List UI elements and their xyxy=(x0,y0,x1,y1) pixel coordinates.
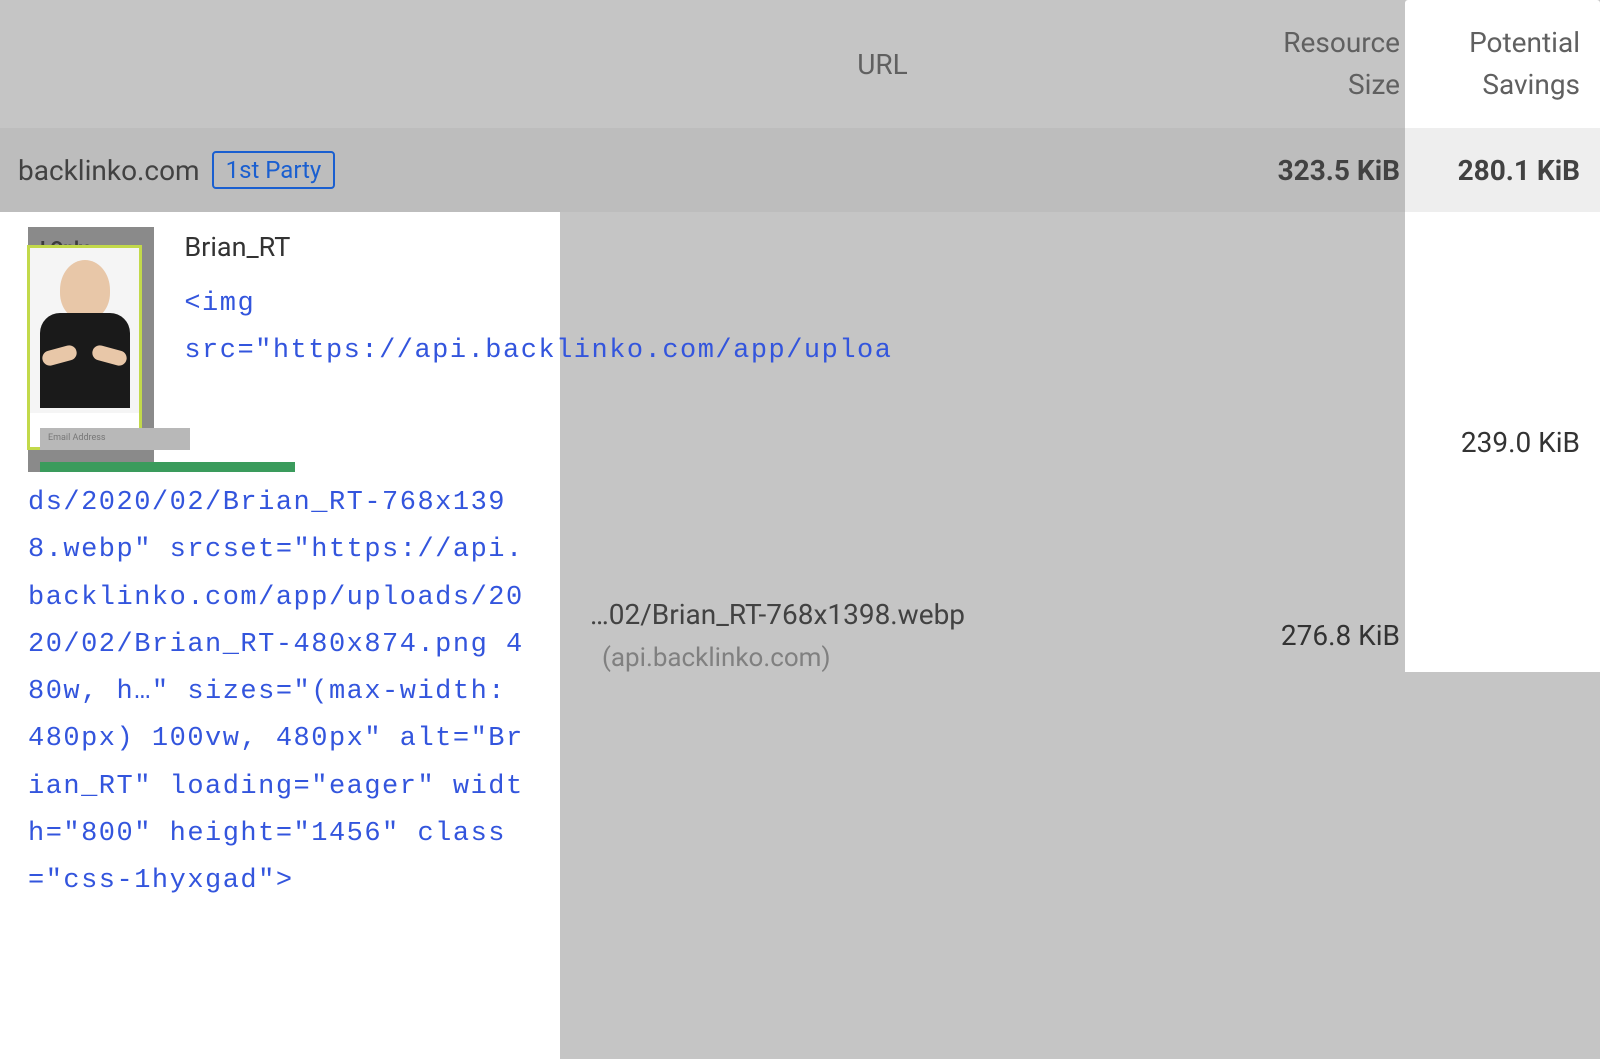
resource-url-cell: …02/Brian_RT-768x1398.webp (api.backlink… xyxy=(560,212,1210,1059)
domain-cell: backlinko.com 1st Party xyxy=(0,151,1210,189)
green-bar xyxy=(40,462,295,472)
person-photo xyxy=(27,245,142,450)
domain-resource-size: 323.5 KiB xyxy=(1210,154,1405,187)
url-host: (api.backlinko.com) xyxy=(602,643,831,673)
url-filename: …02/Brian_RT-768x1398.webp xyxy=(590,598,965,631)
potential-savings-label-2: Savings xyxy=(1405,64,1580,106)
resource-thumbnail: I Only Share With Email Subscribers Emai… xyxy=(28,227,154,472)
column-header-potential-savings[interactable]: Potential Savings xyxy=(1405,0,1600,128)
table-header-row: URL Resource Size Potential Savings xyxy=(0,0,1600,128)
party-badge: 1st Party xyxy=(212,151,336,189)
item-resource-size: 276.8 KiB xyxy=(1210,212,1405,1059)
audit-table: URL Resource Size Potential Savings back… xyxy=(0,0,1600,1059)
item-potential-savings: 239.0 KiB xyxy=(1405,212,1600,672)
resource-size-label-1: Resource xyxy=(1210,22,1400,64)
potential-savings-label-1: Potential xyxy=(1405,22,1580,64)
resource-url-text: …02/Brian_RT-768x1398.webp (api.backlink… xyxy=(590,594,1180,678)
resource-size-label-2: Size xyxy=(1210,64,1400,106)
email-input-preview: Email Address xyxy=(40,428,190,450)
column-header-url[interactable]: URL xyxy=(0,48,1210,81)
item-savings-wrapper: 239.0 KiB xyxy=(1405,212,1600,672)
code-snippet-part2: ds/2020/02/Brian_RT-768x1398.webp" srcse… xyxy=(28,480,532,905)
resource-item-row[interactable]: I Only Share With Email Subscribers Emai… xyxy=(0,212,1600,1059)
resource-preview-cell: I Only Share With Email Subscribers Emai… xyxy=(0,212,560,1059)
domain-potential-savings: 280.1 KiB xyxy=(1405,128,1600,212)
domain-name: backlinko.com xyxy=(18,154,200,187)
domain-summary-row[interactable]: backlinko.com 1st Party 323.5 KiB 280.1 … xyxy=(0,128,1600,212)
column-header-resource-size[interactable]: Resource Size xyxy=(1210,22,1405,106)
